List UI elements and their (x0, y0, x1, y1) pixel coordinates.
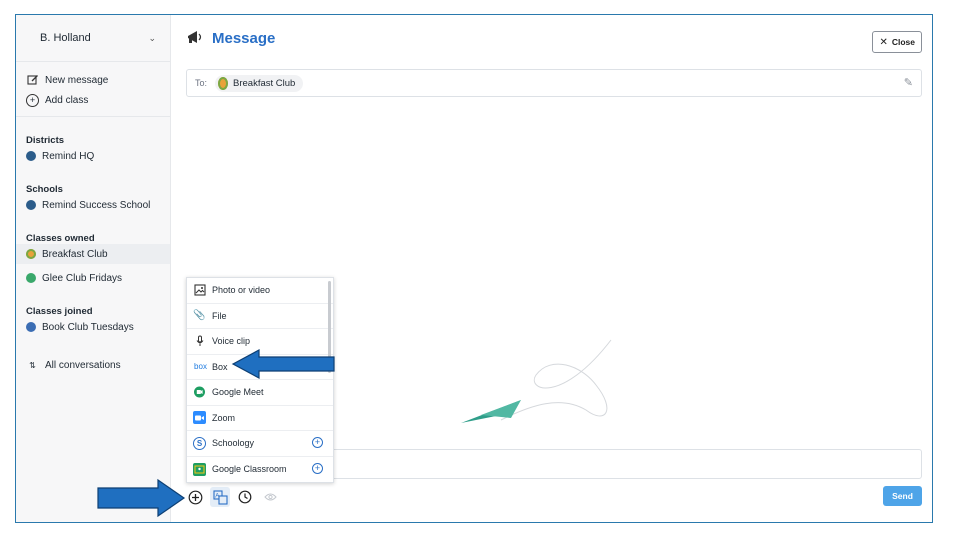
add-integration-plus-icon[interactable]: + (312, 462, 323, 474)
svg-text:A: A (215, 493, 219, 499)
sidebar-item-label: Glee Club Fridays (42, 272, 123, 284)
plus-circle-icon: + (26, 93, 39, 107)
photo-icon (193, 284, 206, 297)
sidebar-item-glee-club-fridays[interactable]: Glee Club Fridays (16, 268, 170, 288)
google-meet-icon (193, 386, 206, 399)
new-message-label: New message (45, 74, 109, 86)
menu-item-label: Photo or video (212, 285, 271, 296)
menu-item-google-meet[interactable]: Google Meet (187, 380, 333, 406)
menu-item-label: Voice clip (212, 336, 251, 347)
user-name: B. Holland (40, 32, 91, 44)
class-avatar-icon (26, 322, 36, 332)
add-class-button[interactable]: + Add class (16, 90, 170, 110)
message-header: Message ✕ Close (171, 15, 932, 61)
classes-joined-heading: Classes joined (26, 306, 93, 317)
annotation-arrow-right (97, 478, 186, 518)
title-text: Message (212, 30, 276, 47)
compose-toolbar: A (185, 487, 285, 507)
recipient-name: Breakfast Club (233, 77, 296, 89)
sidebar-item-label: Breakfast Club (42, 248, 108, 260)
menu-item-label: Box (212, 361, 228, 372)
annotation-arrow-left (231, 348, 335, 380)
menu-item-label: Google Classroom (212, 464, 287, 475)
sidebar-item-all-conversations[interactable]: ⇅ All conversations (16, 355, 170, 375)
recipient-field[interactable]: To: Breakfast Club ✎ (186, 69, 922, 97)
new-message-button[interactable]: New message (16, 70, 170, 90)
page-title: Message (187, 30, 275, 47)
menu-item-file[interactable]: 📎 File (187, 304, 333, 329)
microphone-icon (193, 335, 206, 348)
close-icon: ✕ (879, 36, 888, 48)
menu-item-photo-video[interactable]: Photo or video (187, 278, 333, 304)
megaphone-icon (187, 30, 203, 47)
menu-item-schoology[interactable]: S Schoology + (187, 431, 333, 457)
menu-item-label: File (212, 310, 227, 321)
sidebar-item-remind-hq[interactable]: Remind HQ (16, 146, 170, 166)
attachment-menu: Photo or video 📎 File Voice clip box Box… (186, 277, 334, 483)
districts-heading: Districts (26, 135, 65, 146)
class-avatar-icon (26, 273, 36, 283)
sidebar-item-label: Remind Success School (42, 199, 151, 211)
classes-owned-heading: Classes owned (26, 233, 95, 244)
to-label: To: (195, 78, 208, 88)
sidebar-item-remind-success-school[interactable]: Remind Success School (16, 195, 170, 215)
paperclip-icon: 📎 (193, 310, 206, 322)
school-avatar-icon (26, 200, 36, 210)
pencil-icon[interactable]: ✎ (904, 76, 913, 89)
add-class-label: Add class (45, 94, 89, 106)
schools-heading: Schools (26, 184, 63, 195)
translate-button[interactable]: A (210, 487, 230, 507)
box-logo-icon: box (194, 362, 207, 372)
close-label: Close (891, 37, 915, 47)
sidebar-item-label: Remind HQ (42, 150, 95, 162)
schedule-clock-icon[interactable] (235, 487, 255, 507)
sidebar-item-breakfast-club[interactable]: Breakfast Club (16, 244, 170, 264)
menu-item-label: Schoology (212, 438, 255, 449)
schoology-icon: S (193, 436, 206, 450)
menu-item-zoom[interactable]: Zoom (187, 406, 333, 431)
send-button[interactable]: Send (883, 486, 922, 506)
class-avatar-icon (218, 76, 229, 90)
add-attachment-button[interactable] (185, 487, 205, 507)
sidebar: B. Holland ⌄ New message + Add class Dis… (16, 15, 171, 522)
district-avatar-icon (26, 151, 36, 161)
menu-item-google-classroom[interactable]: Google Classroom + (187, 457, 333, 483)
eye-icon[interactable] (260, 487, 280, 507)
user-switcher[interactable]: B. Holland ⌄ (16, 15, 170, 62)
class-avatar-icon (26, 249, 36, 259)
app-window: B. Holland ⌄ New message + Add class Dis… (15, 14, 933, 523)
paper-plane-illustration (461, 339, 612, 423)
sidebar-item-label: All conversations (45, 359, 121, 371)
google-classroom-icon (193, 462, 206, 476)
close-button[interactable]: ✕ Close (872, 31, 922, 53)
chevron-down-icon: ⌄ (148, 32, 156, 43)
menu-item-label: Zoom (212, 412, 236, 423)
sidebar-item-book-club-tuesdays[interactable]: Book Club Tuesdays (16, 317, 170, 337)
menu-item-label: Google Meet (212, 387, 264, 398)
edit-icon (26, 74, 39, 87)
conversations-icon: ⇅ (29, 360, 36, 370)
sidebar-item-label: Book Club Tuesdays (42, 321, 134, 333)
recipient-chip[interactable]: Breakfast Club (215, 74, 304, 92)
zoom-icon (193, 411, 206, 425)
add-integration-plus-icon[interactable]: + (312, 437, 323, 448)
